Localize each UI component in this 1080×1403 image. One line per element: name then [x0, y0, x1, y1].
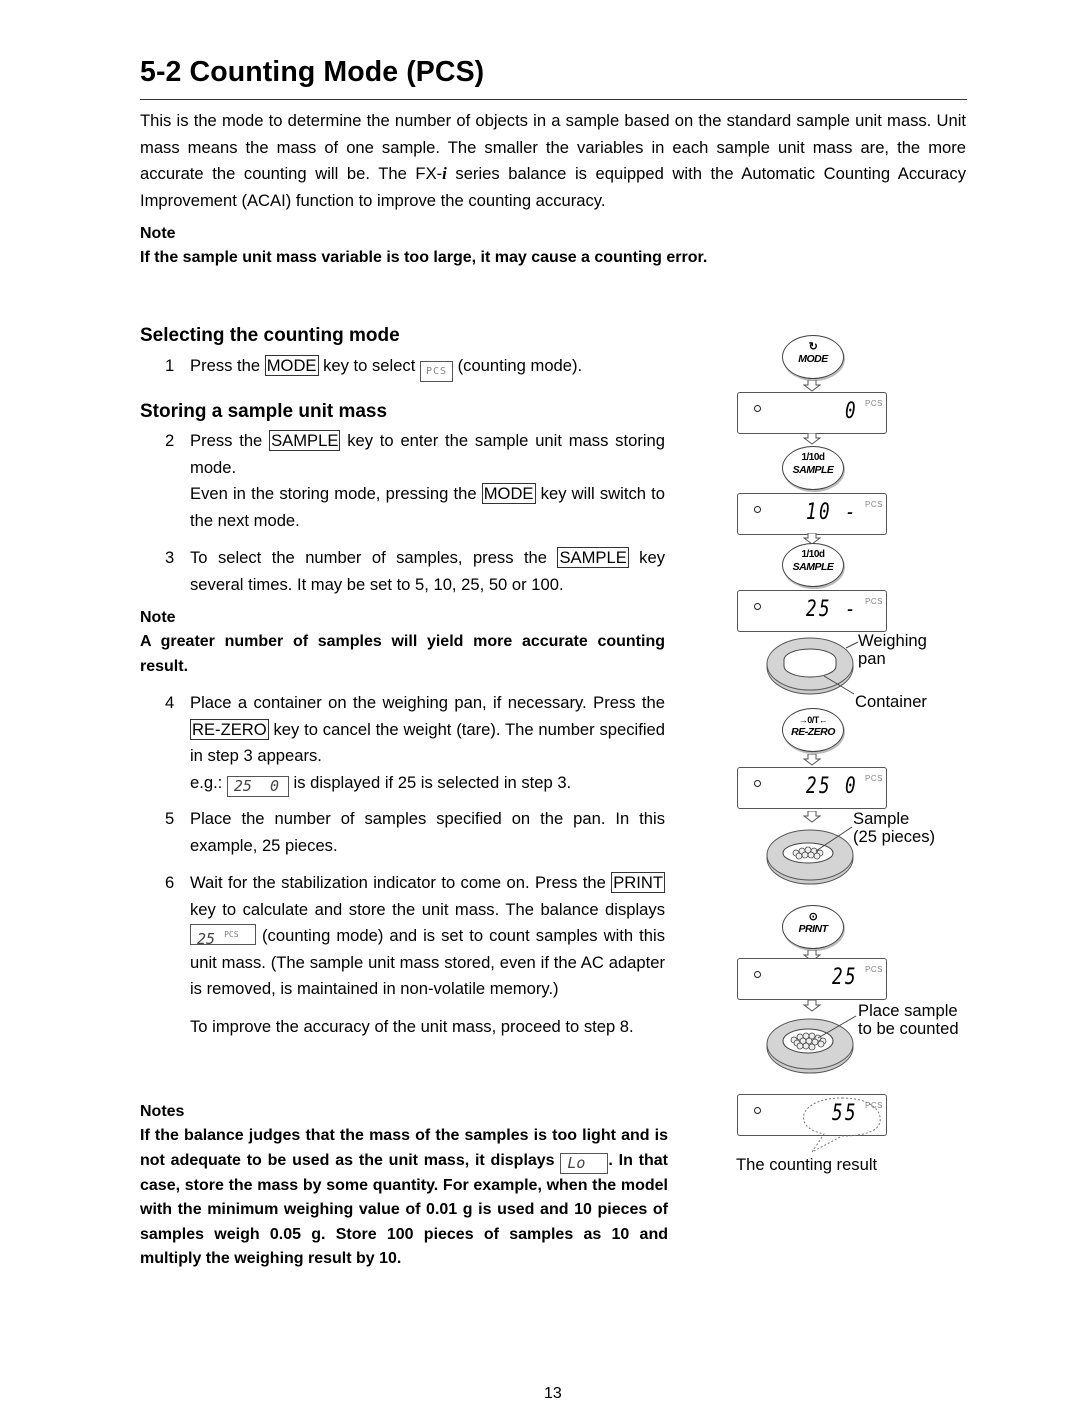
step-number: 1 — [165, 356, 175, 375]
notes-label: Notes — [140, 1103, 185, 1120]
display-value: 0 — [845, 399, 858, 424]
sample-key: SAMPLE — [269, 430, 341, 451]
button-label: RE-ZERO — [791, 726, 835, 738]
button-label: PRINT — [798, 923, 829, 935]
step-2: 2 Press the SAMPLE key to enter the samp… — [165, 428, 665, 534]
button-symbol: 1/10d — [801, 549, 825, 560]
section-heading-storing: Storing a sample unit mass — [140, 401, 388, 422]
down-arrow-icon — [803, 754, 821, 766]
step-text: (counting mode). — [453, 356, 583, 375]
down-arrow-icon — [803, 380, 821, 392]
display-unit: PCS — [224, 930, 239, 939]
step-followup: To improve the accuracy of the unit mass… — [190, 1016, 634, 1036]
display-unit: PCS — [865, 597, 883, 606]
note-label: Note — [140, 609, 176, 626]
step-text: Press the — [190, 431, 270, 450]
display-value: 10 - — [806, 500, 858, 525]
lcd-display-5: 25 PCS — [737, 958, 887, 1000]
step-text: To select the number of samples, press t… — [190, 548, 558, 567]
print-icon: ⊙ — [808, 911, 818, 923]
stable-indicator-icon — [754, 971, 761, 978]
down-arrow-icon — [803, 1000, 821, 1012]
display-unit: PCS — [865, 399, 883, 408]
callout-bubble — [803, 1097, 881, 1153]
sample-button: 1/10d SAMPLE — [782, 543, 844, 587]
sample-button: 1/10d SAMPLE — [782, 446, 844, 490]
down-arrow-icon — [803, 811, 821, 823]
print-button: ⊙ PRINT — [782, 905, 844, 949]
stable-indicator-icon — [754, 1107, 761, 1114]
step-text: Press the — [190, 356, 265, 375]
button-label: SAMPLE — [792, 561, 834, 573]
stable-indicator-icon — [754, 780, 761, 787]
step-number: 5 — [165, 809, 175, 828]
rezero-key: RE-ZERO — [190, 718, 269, 740]
step-4: 4 Place a container on the weighing pan,… — [165, 690, 665, 797]
display-unit: PCS — [865, 965, 883, 974]
stable-indicator-icon — [754, 603, 761, 610]
title-rule — [140, 99, 967, 100]
step-number: 4 — [165, 693, 175, 712]
step-number: 6 — [165, 873, 175, 892]
mode-key: MODE — [264, 355, 319, 376]
step-text: key to select — [318, 356, 420, 375]
step-text: e.g.: — [190, 772, 227, 792]
weighing-pan-label: Weighing pan — [858, 631, 927, 668]
display-unit: PCS — [865, 774, 883, 783]
pcs-display-inline: PCS — [419, 361, 454, 382]
intro-paragraph: This is the mode to determine the number… — [140, 108, 966, 214]
display-value: 25 — [197, 930, 216, 948]
print-key: PRINT — [611, 872, 665, 893]
display-value: 25 0 — [806, 774, 858, 799]
tare-icon: →0/T← — [798, 715, 828, 725]
display-example-inline: 25 0 — [226, 775, 289, 797]
stable-indicator-icon — [754, 506, 761, 513]
place-sample-label: Place sample to be counted — [858, 1001, 959, 1038]
display-value: 25 — [832, 965, 858, 990]
button-symbol: 1/10d — [801, 452, 825, 463]
button-label: MODE — [798, 353, 828, 365]
button-label: SAMPLE — [792, 464, 834, 476]
step-number: 2 — [165, 431, 175, 450]
display-unit: PCS — [865, 500, 883, 509]
down-arrow-icon — [803, 433, 821, 445]
container-label: Container — [855, 692, 927, 711]
step-5: 5 Place the number of samples specified … — [165, 806, 665, 859]
rezero-button: →0/T← RE-ZERO — [782, 708, 844, 752]
cycle-icon: ↻ — [808, 341, 818, 353]
page-number: 13 — [544, 1385, 562, 1402]
step-text: is displayed if 25 is selected in step 3… — [288, 772, 572, 792]
lcd-display-1: 0 PCS — [737, 392, 887, 434]
sample-label: Sample (25 pieces) — [853, 809, 936, 846]
lcd-display-3: 25 - PCS — [737, 590, 887, 632]
step-text: Place a container on the weighing pan, i… — [190, 693, 665, 712]
lcd-display-2: 10 - PCS — [737, 493, 887, 535]
step-text: Place the number of samples specified on… — [190, 809, 665, 855]
lo-display-inline: Lo — [560, 1152, 609, 1174]
page-title: 5-2 Counting Mode (PCS) — [140, 56, 485, 88]
step-3: 3 To select the number of samples, press… — [165, 545, 665, 598]
step-text: key to calculate and store the unit mass… — [190, 899, 665, 919]
step-1: 1 Press the MODE key to select PCS (coun… — [165, 353, 665, 382]
notes-text: If the balance judges that the mass of t… — [140, 1124, 668, 1272]
section-heading-selecting: Selecting the counting mode — [140, 325, 400, 346]
note-text: A greater number of samples will yield m… — [140, 633, 665, 675]
mode-key: MODE — [481, 483, 536, 504]
step-number: 3 — [165, 548, 175, 567]
note-label: Note — [140, 225, 176, 242]
step-text: Wait for the stabilization indicator to … — [190, 873, 612, 892]
counting-result-label: The counting result — [736, 1155, 878, 1174]
lcd-display-4: 25 0 PCS — [737, 767, 887, 809]
stable-indicator-icon — [754, 405, 761, 412]
mode-button: ↻ MODE — [782, 335, 844, 379]
sample-key: SAMPLE — [557, 547, 629, 568]
step-text: Even in the storing mode, pressing the — [190, 484, 482, 503]
note-text: If the sample unit mass variable is too … — [140, 249, 708, 266]
display-25pcs-inline: 25 PCS — [190, 924, 256, 948]
display-value: 25 - — [806, 597, 858, 622]
step-text: (counting mode) and is set to count samp… — [190, 926, 665, 998]
step-6: 6 Wait for the stabilization indicator t… — [165, 870, 665, 1040]
